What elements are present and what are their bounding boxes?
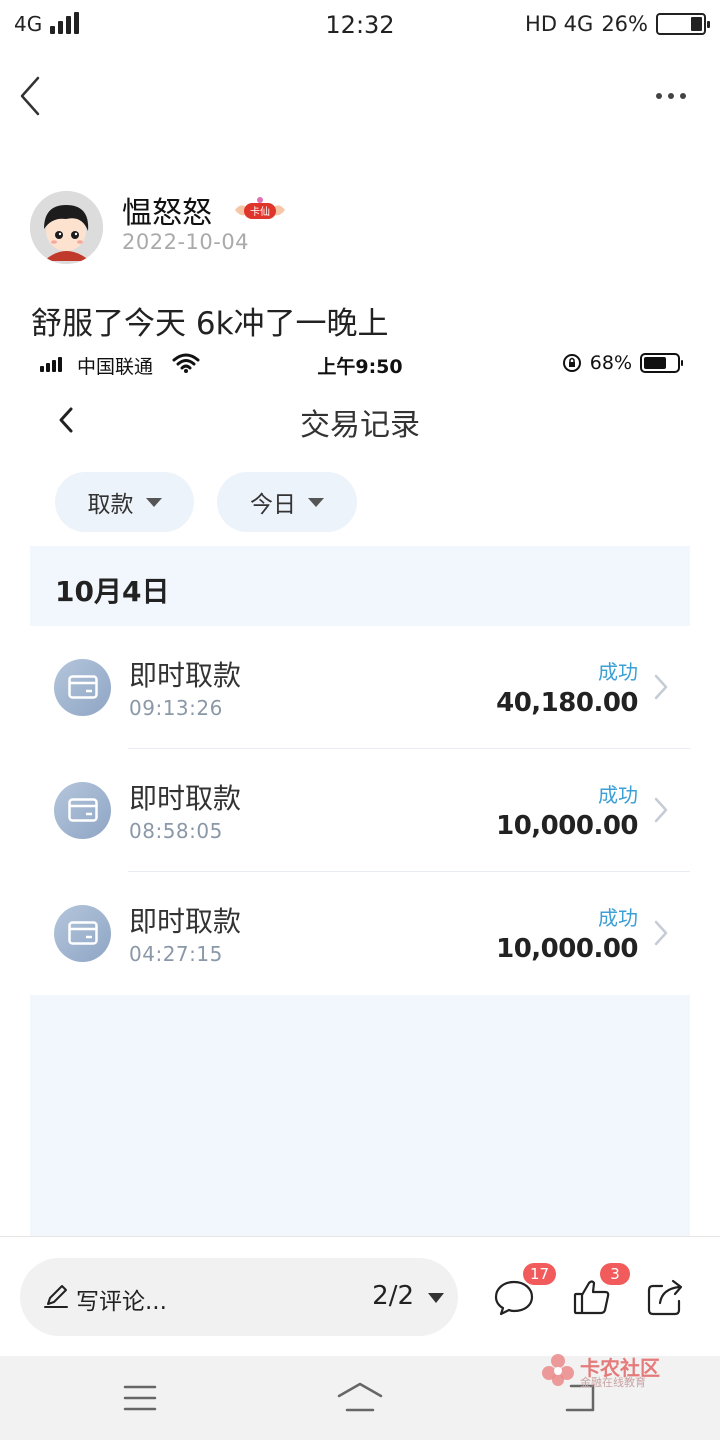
back-button[interactable] xyxy=(14,72,54,120)
transaction-list-panel: 10月4日 即时取款 09:13:26 成功 40,180.00 即时取款 08… xyxy=(30,546,690,1236)
user-badge-icon: 卡仙 xyxy=(233,196,287,224)
transaction-row[interactable]: 即时取款 09:13:26 成功 40,180.00 xyxy=(30,626,690,749)
transaction-amount: 10,000.00 xyxy=(496,934,638,964)
post-content: 舒服了今天 6k冲了一晚上 xyxy=(31,306,389,342)
card-icon xyxy=(54,782,111,839)
more-horizontal-icon xyxy=(656,93,662,99)
watermark: 卡农社区 金融在线教育 xyxy=(540,1352,670,1392)
transaction-title: 即时取款 xyxy=(129,782,242,815)
screenshot-status-bar: 中国联通 上午9:50 68% xyxy=(30,344,690,384)
caret-down-icon[interactable] xyxy=(428,1293,444,1303)
comment-count-badge: 17 xyxy=(523,1263,557,1285)
battery-level xyxy=(644,357,666,369)
post-date: 2022-10-04 xyxy=(122,230,250,254)
watermark-subtitle: 金融在线教育 xyxy=(580,1376,646,1389)
page-indicator[interactable]: 2/2 xyxy=(372,1281,414,1311)
filter-label: 今日 xyxy=(250,492,296,518)
share-icon[interactable] xyxy=(646,1277,686,1317)
more-button[interactable] xyxy=(646,80,696,112)
embedded-screenshot[interactable]: 中国联通 上午9:50 68% 交易记录 取款 今日 10月4日 即时取款 09… xyxy=(30,344,690,1236)
transaction-status: 成功 xyxy=(598,660,638,684)
menu-icon[interactable] xyxy=(115,1378,165,1418)
transaction-amount: 40,180.00 xyxy=(496,688,638,718)
transaction-title: 即时取款 xyxy=(129,659,242,692)
cartoon-avatar-icon xyxy=(30,191,103,264)
chevron-right-icon xyxy=(654,797,668,823)
page-title: 交易记录 xyxy=(300,408,420,443)
network-indicator: HD 4G xyxy=(525,12,594,36)
date-header: 10月4日 xyxy=(55,575,170,608)
screenshot-battery-percent: 68% xyxy=(589,352,632,374)
transaction-time: 08:58:05 xyxy=(129,819,223,843)
transaction-title: 即时取款 xyxy=(129,905,242,938)
chevron-right-icon xyxy=(654,920,668,946)
author-name[interactable]: 愠怒怒 xyxy=(122,188,212,232)
pen-icon xyxy=(44,1285,68,1308)
card-icon xyxy=(54,659,111,716)
rotation-lock-icon xyxy=(562,354,581,372)
bottom-action-bar: 写评论... 2/2 17 3 xyxy=(0,1236,720,1356)
status-right: HD 4G 26% xyxy=(525,12,710,36)
transaction-time: 09:13:26 xyxy=(129,696,223,720)
comment-placeholder: 写评论... xyxy=(76,1289,167,1315)
transaction-row[interactable]: 即时取款 04:27:15 成功 10,000.00 xyxy=(30,872,690,995)
chevron-right-icon xyxy=(654,674,668,700)
home-icon[interactable] xyxy=(335,1378,385,1418)
transaction-row[interactable]: 即时取款 08:58:05 成功 10,000.00 xyxy=(30,749,690,872)
like-count-badge: 3 xyxy=(600,1263,630,1285)
transaction-list: 即时取款 09:13:26 成功 40,180.00 即时取款 08:58:05… xyxy=(30,626,690,995)
comment-input[interactable]: 写评论... 2/2 xyxy=(20,1258,458,1336)
screenshot-status-right: 68% xyxy=(562,352,683,374)
transaction-amount: 10,000.00 xyxy=(496,811,638,841)
caret-down-icon xyxy=(145,497,162,507)
filter-label: 取款 xyxy=(87,492,134,518)
status-bar: 4G 12:32 HD 4G 26% xyxy=(0,0,720,52)
battery-icon xyxy=(640,353,683,373)
flower-logo-icon xyxy=(542,1354,574,1386)
chevron-left-icon xyxy=(20,76,40,116)
card-icon xyxy=(54,905,111,962)
battery-icon xyxy=(656,13,710,35)
avatar[interactable] xyxy=(30,191,103,264)
battery-level xyxy=(691,17,702,31)
transaction-time: 04:27:15 xyxy=(129,942,223,966)
battery-percent: 26% xyxy=(601,12,648,36)
filter-type[interactable]: 取款 xyxy=(55,472,194,532)
transaction-status: 成功 xyxy=(598,783,638,807)
filter-date[interactable]: 今日 xyxy=(217,472,357,532)
transaction-status: 成功 xyxy=(598,906,638,930)
svg-text:卡仙: 卡仙 xyxy=(250,205,270,218)
caret-down-icon xyxy=(308,497,324,507)
